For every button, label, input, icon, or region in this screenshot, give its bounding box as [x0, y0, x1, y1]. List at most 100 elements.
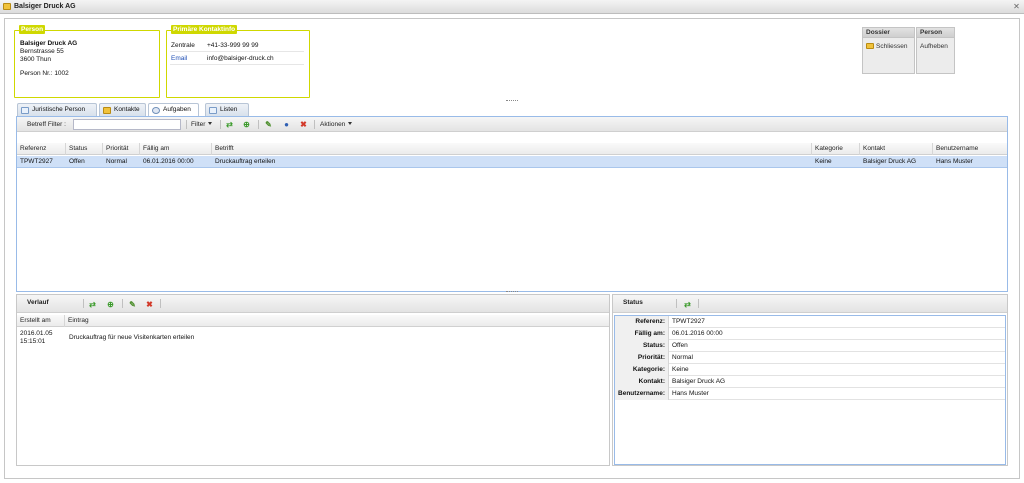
property-value: Normal: [672, 354, 693, 361]
property-value: 06.01.2016 00:00: [672, 330, 723, 337]
property-name: Priorität:: [615, 352, 669, 364]
property-row[interactable]: Benutzername: Hans Muster: [615, 388, 1005, 400]
property-value: Offen: [672, 342, 688, 349]
tab-juristische-person[interactable]: Juristische Person: [17, 103, 97, 116]
dissolve-person-button[interactable]: Aufheben: [917, 38, 954, 55]
column-header[interactable]: Referenz: [17, 143, 66, 155]
tab-label: Kontakte: [114, 106, 140, 113]
property-value: Keine: [672, 366, 689, 373]
toolbar-separator: [314, 120, 315, 129]
history-grid-header: Erstellt am Eintrag: [17, 315, 609, 327]
cell-due-date: 06.01.2016 00:00: [143, 158, 194, 165]
actions-button-label: Aktionen: [320, 121, 346, 128]
tab-listen[interactable]: Listen: [205, 103, 249, 116]
status-toolbar: Status ⇄: [613, 295, 1007, 313]
column-header[interactable]: Betrifft: [212, 143, 812, 155]
history-title: Verlauf: [27, 299, 49, 306]
list-item[interactable]: 2016.01.05 15:15:01 Druckauftrag für neu…: [17, 328, 609, 350]
close-dossier-button[interactable]: Schliessen: [863, 38, 914, 55]
history-date: 2016.01.05: [20, 330, 53, 337]
cell-username: Hans Muster: [936, 158, 973, 165]
property-name: Benutzername:: [615, 388, 669, 400]
column-header[interactable]: Erstellt am: [17, 315, 65, 327]
tab-kontakte[interactable]: Kontakte: [99, 103, 146, 116]
window-title: Balsiger Druck AG: [14, 3, 76, 10]
person-box: Person Balsiger Druck AG Bernstrasse 55 …: [14, 25, 160, 98]
tasks-toolbar: Betreff Filter : Filter ⇄ ⊕ ✎ ● ✖ Aktion…: [17, 117, 1007, 132]
property-row[interactable]: Kontakt: Balsiger Druck AG: [615, 376, 1005, 388]
tab-label: Listen: [220, 106, 238, 113]
tab-label: Juristische Person: [32, 106, 86, 113]
email-label[interactable]: Email: [171, 55, 187, 62]
toolbar-separator: [186, 120, 187, 129]
document-icon: [21, 107, 29, 114]
history-panel: Verlauf ⇄ ⊕ ✎ ✖ Erstellt am Eintrag 2016…: [16, 294, 610, 466]
status-title: Status: [623, 299, 643, 306]
person-street: Bernstrasse 55: [20, 48, 64, 55]
add-icon[interactable]: ⊕: [242, 120, 251, 129]
delete-icon[interactable]: ✖: [299, 120, 308, 129]
property-row[interactable]: Status: Offen: [615, 340, 1005, 352]
column-header[interactable]: Kontakt: [860, 143, 933, 155]
phone-label: Zentrale: [171, 42, 195, 49]
contact-box-legend: Primäre Kontaktinfo: [171, 25, 238, 34]
column-header[interactable]: Benutzername: [933, 143, 1007, 155]
folder-icon: [866, 43, 874, 49]
cell-category: Keine: [815, 158, 832, 165]
toolbar-separator: [676, 299, 677, 308]
filter-button-label: Filter: [191, 121, 206, 128]
column-header[interactable]: Status: [66, 143, 103, 155]
edit-icon[interactable]: ✎: [264, 120, 273, 129]
property-name: Status:: [615, 340, 669, 352]
folder-icon: [3, 3, 11, 10]
cell-reference: TPWT2927: [20, 158, 53, 165]
filter-button[interactable]: Filter: [191, 119, 213, 130]
edit-icon[interactable]: ✎: [128, 300, 137, 309]
history-time: 15:15:01: [20, 338, 46, 345]
column-header[interactable]: Eintrag: [65, 315, 609, 327]
tasks-grid-header: Referenz Status Priorität Fällig am Betr…: [17, 143, 1007, 155]
divider: [170, 51, 304, 52]
subject-filter-input[interactable]: [73, 119, 181, 130]
refresh-icon[interactable]: ⇄: [683, 300, 692, 309]
window-titlebar: Balsiger Druck AG ✕: [0, 0, 1024, 14]
email-value[interactable]: info@balsiger-druck.ch: [207, 55, 274, 62]
property-value: TPWT2927: [672, 318, 705, 325]
status-panel: Status ⇄ Referenz: TPWT2927 Fällig am: 0…: [612, 294, 1008, 466]
dossier-header: Dossier: [863, 28, 914, 38]
cell-subject: Druckauftrag erteilen: [215, 158, 276, 165]
assign-user-icon[interactable]: ●: [282, 120, 291, 129]
property-row[interactable]: Priorität: Normal: [615, 352, 1005, 364]
status-property-grid: Referenz: TPWT2927 Fällig am: 06.01.2016…: [614, 315, 1006, 465]
column-header[interactable]: Priorität: [103, 143, 140, 155]
toolbar-separator: [83, 299, 84, 308]
tasks-panel: Betreff Filter : Filter ⇄ ⊕ ✎ ● ✖ Aktion…: [16, 116, 1008, 292]
column-header[interactable]: Kategorie: [812, 143, 860, 155]
property-name: Fällig am:: [615, 328, 669, 340]
filter-label: Betreff Filter :: [27, 121, 66, 128]
property-row[interactable]: Kategorie: Keine: [615, 364, 1005, 376]
refresh-icon[interactable]: ⇄: [225, 120, 234, 129]
person-city: 3600 Thun: [20, 56, 51, 63]
property-row[interactable]: Referenz: TPWT2927: [615, 316, 1005, 328]
phone-value: +41-33-999 99 99: [207, 42, 259, 49]
column-header[interactable]: Fällig am: [140, 143, 212, 155]
table-row[interactable]: TPWT2927 Offen Normal 06.01.2016 00:00 D…: [17, 156, 1007, 168]
delete-icon[interactable]: ✖: [145, 300, 154, 309]
tab-aufgaben[interactable]: Aufgaben: [148, 103, 199, 117]
property-row[interactable]: Fällig am: 06.01.2016 00:00: [615, 328, 1005, 340]
tab-label: Aufgaben: [163, 106, 191, 113]
property-name: Kontakt:: [615, 376, 669, 388]
toolbar-separator: [220, 120, 221, 129]
contact-box: Primäre Kontaktinfo Zentrale +41-33-999 …: [166, 25, 310, 98]
actions-button[interactable]: Aktionen: [320, 119, 353, 130]
toolbar-separator: [160, 299, 161, 308]
cell-status: Offen: [69, 158, 85, 165]
close-icon[interactable]: ✕: [1012, 2, 1021, 11]
splitter-handle[interactable]: [506, 100, 518, 103]
property-name: Kategorie:: [615, 364, 669, 376]
refresh-icon[interactable]: ⇄: [88, 300, 97, 309]
toolbar-separator: [698, 299, 699, 308]
property-value: Hans Muster: [672, 390, 709, 397]
add-icon[interactable]: ⊕: [106, 300, 115, 309]
